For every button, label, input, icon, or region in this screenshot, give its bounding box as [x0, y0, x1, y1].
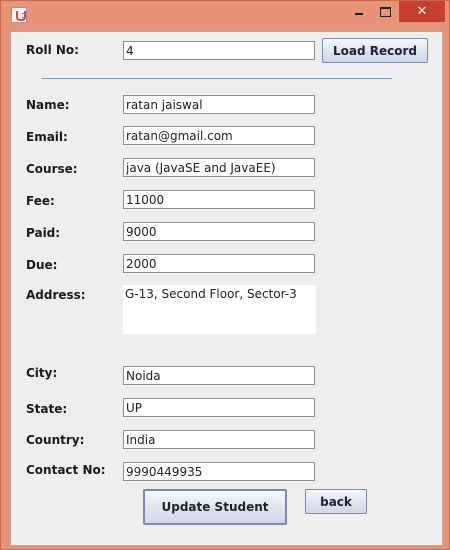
- name-field[interactable]: [123, 95, 315, 114]
- minimize-icon[interactable]: [345, 1, 373, 23]
- course-label: Course:: [26, 162, 78, 176]
- address-label: Address:: [26, 288, 86, 302]
- contact-no-field[interactable]: [123, 462, 315, 481]
- contact-no-label: Contact No:: [26, 463, 106, 477]
- city-field[interactable]: [123, 366, 315, 385]
- fee-field[interactable]: [123, 190, 315, 209]
- update-student-button[interactable]: Update Student: [143, 489, 287, 525]
- name-label: Name:: [26, 98, 70, 112]
- load-record-button[interactable]: Load Record: [322, 38, 428, 63]
- close-icon[interactable]: ✕: [399, 1, 445, 22]
- paid-field[interactable]: [123, 222, 315, 241]
- email-field[interactable]: [123, 126, 315, 145]
- due-field[interactable]: [123, 254, 315, 273]
- maximize-icon[interactable]: [371, 1, 399, 23]
- address-textarea[interactable]: G-13, Second Floor, Sector-3: [123, 285, 316, 334]
- course-field[interactable]: [123, 158, 315, 177]
- java-app-icon[interactable]: [11, 7, 27, 23]
- city-label: City:: [26, 366, 58, 380]
- title-bar[interactable]: ✕: [1, 1, 449, 31]
- email-label: Email:: [26, 130, 68, 144]
- roll-no-field[interactable]: [123, 41, 315, 60]
- due-label: Due:: [26, 258, 58, 272]
- country-field[interactable]: [123, 430, 315, 449]
- state-field[interactable]: [123, 398, 315, 417]
- roll-no-label: Roll No:: [26, 43, 79, 57]
- form-panel: Roll No: Load Record Name: Email: Course…: [10, 31, 443, 546]
- application-window: ✕ Roll No: Load Record Name: Email: Cour…: [0, 0, 450, 550]
- state-label: State:: [26, 402, 68, 416]
- separator-line: [42, 78, 392, 79]
- fee-label: Fee:: [26, 194, 55, 208]
- paid-label: Paid:: [26, 226, 61, 240]
- back-button[interactable]: back: [305, 489, 367, 514]
- country-label: Country:: [26, 433, 85, 447]
